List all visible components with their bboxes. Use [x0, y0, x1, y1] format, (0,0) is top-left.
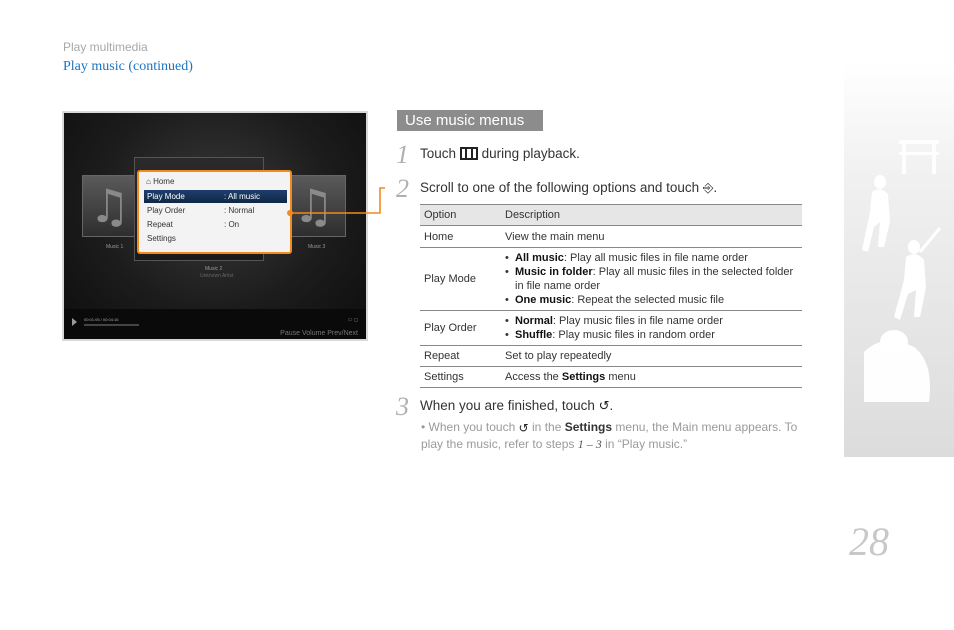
menu-title: ⌂ Home — [146, 177, 174, 186]
step-text-part: Touch — [420, 146, 457, 161]
menu-row-settings[interactable]: Settings — [144, 232, 287, 245]
option-cell: Repeat — [420, 345, 501, 367]
list-item: One music: Repeat the selected music fil… — [505, 293, 798, 307]
table-row: Repeat Set to play repeatedly — [420, 345, 802, 367]
menu-row-key: Settings — [147, 234, 176, 243]
tile-right-label: Music 3 — [308, 244, 326, 250]
table-header-row: Option Description — [420, 204, 802, 226]
table-row: Settings Access the Settings menu — [420, 366, 802, 388]
list-item: Shuffle: Play music files in random orde… — [505, 328, 798, 342]
menu-row-key: Play Order — [147, 206, 186, 215]
step-number: 3 — [396, 392, 409, 421]
description-cell: All music: Play all music files in file … — [501, 247, 802, 311]
callout-connector — [287, 187, 385, 216]
menu-row-value: : On — [224, 220, 240, 229]
list-item: Music in folder: Play all music files in… — [505, 265, 798, 293]
menu-row-value: : All music — [224, 192, 261, 201]
options-table: Option Description Home View the main me… — [420, 204, 802, 388]
menu-row-key: Play Mode — [147, 192, 185, 201]
description-cell: Set to play repeatedly — [501, 345, 802, 367]
callout-line — [290, 187, 385, 214]
back-icon: ↺ — [518, 420, 529, 435]
table-row: Home View the main menu — [420, 225, 802, 248]
option-cell: Settings — [420, 366, 501, 388]
note-part: in “Play music.” — [605, 436, 688, 451]
item-rest: : Repeat the selected music file — [571, 294, 725, 306]
option-cell: Play Mode — [420, 247, 501, 311]
center-label: Music 2 — [205, 266, 223, 272]
menu-row-play-mode[interactable]: Play Mode : All music — [144, 190, 287, 203]
item-bold: All music — [515, 252, 564, 264]
list-item: All music: Play all music files in file … — [505, 251, 798, 265]
step-text-part: . — [713, 180, 718, 195]
progress-bar — [84, 324, 139, 326]
desc-part: menu — [605, 371, 636, 383]
enter-icon: ⎆ — [702, 180, 714, 196]
item-rest: : Play music files in random order — [552, 329, 715, 341]
step-text-part: during playback. — [481, 146, 580, 161]
desc-bold: Settings — [561, 371, 606, 383]
desc-part: Access the — [505, 371, 562, 383]
item-bold: Music in folder — [515, 266, 593, 278]
step-number: 2 — [396, 174, 409, 203]
table-row: Play Mode All music: Play all music file… — [420, 247, 802, 311]
baseball-silhouettes-icon — [862, 140, 942, 402]
item-rest: : Play music files in file name order — [552, 315, 723, 327]
section-title: Use music menus — [397, 110, 543, 131]
music-tile-left: ♫ — [82, 175, 142, 237]
music-menu-popup: ⌂ Home Play Mode : All music Play Order … — [137, 170, 292, 254]
description-cell: View the main menu — [501, 225, 802, 248]
decorative-side-image — [844, 62, 954, 457]
option-cell: Home — [420, 225, 501, 248]
playback-bar: 00:01:05 / 00:04:16 ▭ ◻ Pause Volume Pre… — [64, 309, 366, 339]
home-icon: ⌂ — [146, 177, 151, 186]
step-3-text: When you are finished, touch ↺. — [420, 398, 613, 414]
battery-icon: ▭ ◻ — [347, 317, 358, 323]
item-bold: Normal — [515, 315, 553, 327]
menu-row-play-order[interactable]: Play Order : Normal — [144, 204, 287, 217]
item-bold: One music — [515, 294, 572, 306]
description-cell: Access the Settings menu — [501, 366, 802, 388]
step-text-part: When you are finished, touch — [420, 398, 595, 413]
step-1-text: Touch during playback. — [420, 146, 580, 161]
step-text-part: . — [609, 398, 614, 413]
table-header-description: Description — [501, 204, 802, 226]
step-number: 1 — [396, 140, 409, 169]
table-row: Play Order Normal: Play music files in f… — [420, 310, 802, 346]
back-icon: ↺ — [598, 398, 610, 414]
playback-time: 00:01:05 / 00:04:16 — [84, 317, 119, 322]
table-header-option: Option — [420, 204, 501, 226]
menu-row-repeat[interactable]: Repeat : On — [144, 218, 287, 231]
device-screenshot: ♫ Music 1 ♫ Music 3 Music 2 Unknown Arti… — [62, 111, 368, 341]
center-sub: Unknown Artist — [200, 273, 234, 279]
menu-row-value: : Normal — [224, 206, 255, 215]
note-steps-ref: 1 – 3 — [577, 436, 602, 451]
step-2-text: Scroll to one of the following options a… — [420, 180, 717, 196]
play-icon — [72, 318, 77, 326]
page-number: 28 — [849, 519, 889, 564]
music-note-icon: ♫ — [89, 179, 131, 233]
description-cell: Normal: Play music files in file name or… — [501, 310, 802, 346]
item-rest: : Play all music files in file name orde… — [563, 252, 748, 264]
note-part: When you touch — [428, 420, 516, 434]
menu-row-key: Repeat — [147, 220, 173, 229]
breadcrumb-page: Play music (continued) — [63, 59, 193, 74]
playback-controls: Pause Volume Prev/Next — [280, 330, 358, 337]
note-bold: Settings — [564, 420, 613, 434]
tile-left-label: Music 1 — [106, 244, 124, 250]
breadcrumb-section: Play multimedia — [63, 40, 148, 54]
menu-bars-icon — [459, 147, 478, 160]
note-bullet: • When you touch ↺ in the Settings menu,… — [421, 420, 798, 451]
item-bold: Shuffle — [515, 329, 553, 341]
option-cell: Play Order — [420, 310, 501, 346]
menu-title-text: Home — [153, 177, 175, 186]
step-text-part: Scroll to one of the following options a… — [420, 180, 700, 195]
list-item: Normal: Play music files in file name or… — [505, 314, 798, 328]
note-part: in the — [532, 420, 562, 434]
